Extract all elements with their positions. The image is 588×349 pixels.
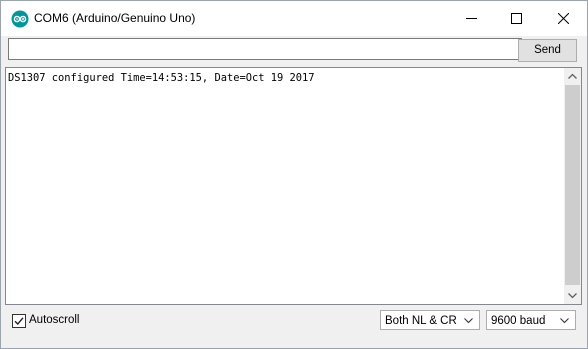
scroll-up-arrow-icon[interactable] — [564, 68, 581, 85]
line-ending-select[interactable]: Both NL & CR — [380, 310, 480, 330]
chevron-down-icon — [464, 318, 473, 324]
title-bar[interactable]: COM6 (Arduino/Genuino Uno) — [1, 1, 587, 36]
baud-rate-select[interactable]: 9600 baud — [486, 310, 576, 330]
window-title: COM6 (Arduino/Genuino Uno) — [34, 11, 196, 25]
autoscroll-checkbox[interactable] — [12, 314, 26, 328]
arduino-logo-icon — [11, 10, 29, 28]
line-ending-value: Both NL & CR — [385, 315, 457, 327]
scroll-thumb[interactable] — [565, 85, 580, 285]
baud-rate-value: 9600 baud — [491, 315, 546, 327]
serial-monitor-window: COM6 (Arduino/Genuino Uno) Send DS1307 c… — [0, 0, 588, 349]
footer-bar: Autoscroll Both NL & CR 9600 baud — [1, 306, 587, 336]
send-row: Send — [1, 36, 587, 67]
close-icon — [558, 13, 569, 24]
serial-output-line: DS1307 configured Time=14:53:15, Date=Oc… — [8, 72, 315, 84]
send-button[interactable]: Send — [518, 39, 577, 62]
maximize-icon — [511, 13, 522, 24]
minimize-icon — [466, 18, 477, 19]
scroll-down-arrow-icon[interactable] — [564, 287, 581, 304]
minimize-button[interactable] — [449, 1, 495, 36]
chevron-down-icon — [560, 318, 569, 324]
serial-send-input[interactable] — [8, 38, 522, 60]
vertical-scrollbar[interactable] — [564, 68, 581, 304]
checkmark-icon — [14, 317, 24, 326]
maximize-button[interactable] — [494, 1, 540, 36]
autoscroll-label: Autoscroll — [29, 314, 80, 326]
close-button[interactable] — [541, 1, 587, 36]
serial-output-panel[interactable]: DS1307 configured Time=14:53:15, Date=Oc… — [5, 67, 582, 305]
